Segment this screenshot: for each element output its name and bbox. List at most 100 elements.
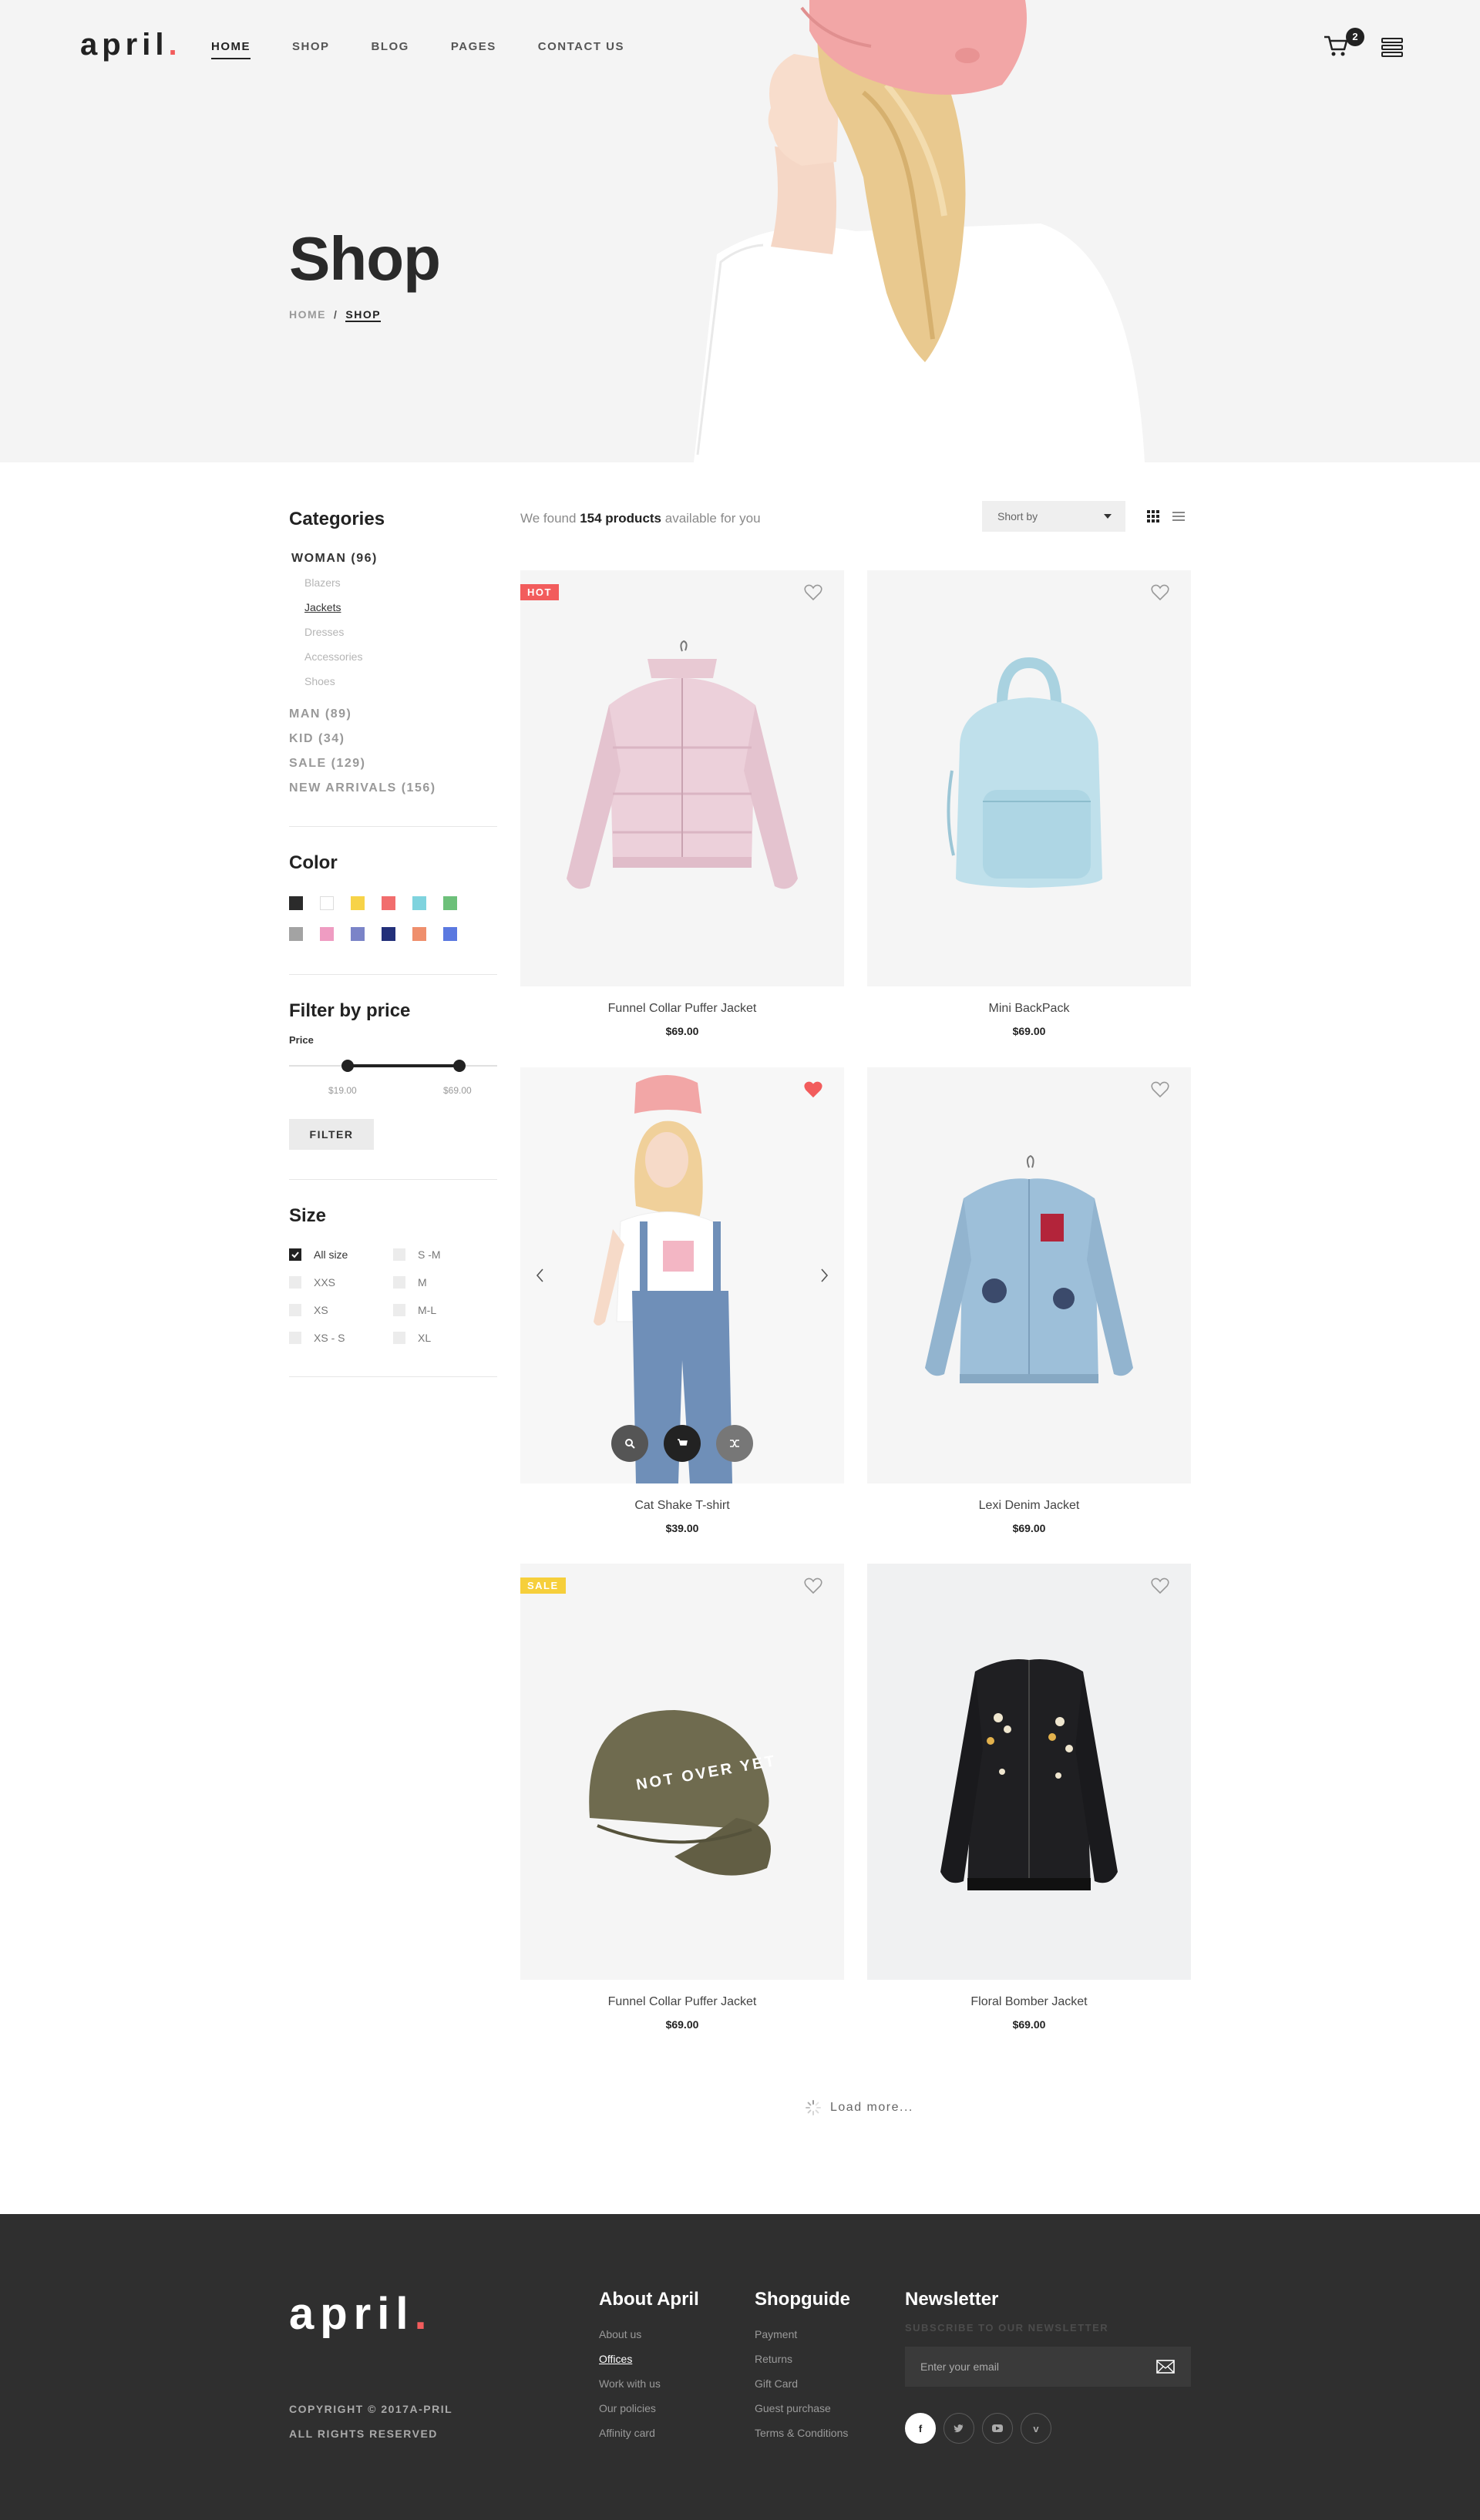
product-card[interactable]: HOT Funnel Collar Puffer Jacket $69.00 (520, 570, 844, 1037)
size-option-m[interactable]: M (393, 1276, 427, 1289)
product-image-olive-cap[interactable]: NOT OVER YET SALE (520, 1564, 844, 1980)
nav-home[interactable]: HOME (211, 40, 251, 59)
vimeo-icon[interactable]: v (1021, 2413, 1051, 2444)
nav-shop[interactable]: SHOP (292, 40, 330, 59)
product-image-denim-jacket[interactable] (867, 1067, 1191, 1483)
youtube-icon[interactable] (982, 2413, 1013, 2444)
chevron-left-icon[interactable] (533, 1266, 548, 1285)
product-image-cat-shake-tshirt[interactable] (520, 1067, 844, 1483)
product-card[interactable]: Lexi Denim Jacket $69.00 (867, 1067, 1191, 1534)
color-swatch[interactable] (443, 896, 457, 910)
cart-icon[interactable] (1323, 32, 1349, 59)
nav-contact[interactable]: CONTACT US (538, 40, 624, 59)
filter-button[interactable]: FILTER (289, 1119, 374, 1150)
checkbox[interactable] (289, 1276, 301, 1289)
quick-view-button[interactable] (611, 1425, 648, 1462)
product-name[interactable]: Floral Bomber Jacket (867, 1995, 1191, 2009)
checkbox-checked[interactable] (289, 1248, 301, 1261)
size-option-xxs[interactable]: XXS (289, 1276, 335, 1289)
footer-link-gift-card[interactable]: Gift Card (755, 2377, 798, 2390)
price-max-handle[interactable] (453, 1060, 466, 1072)
heart-icon[interactable] (1151, 1081, 1169, 1098)
heart-icon[interactable] (804, 1081, 822, 1098)
category-man[interactable]: MAN (89) (289, 707, 352, 721)
category-sale[interactable]: SALE (129) (289, 757, 365, 771)
chevron-right-icon[interactable] (816, 1266, 832, 1285)
footer-logo[interactable]: april. (289, 2288, 433, 2340)
footer-link-offices[interactable]: Offices (599, 2353, 632, 2365)
footer-link-payment[interactable]: Payment (755, 2328, 797, 2340)
checkbox[interactable] (393, 1332, 405, 1344)
size-option-m-l[interactable]: M-L (393, 1304, 436, 1316)
footer-link-work-with-us[interactable]: Work with us (599, 2377, 661, 2390)
newsletter-email-input[interactable] (905, 2347, 1191, 2387)
product-card[interactable]: Floral Bomber Jacket $69.00 (867, 1564, 1191, 2031)
breadcrumb-home[interactable]: HOME (289, 308, 326, 321)
size-option-xl[interactable]: XL (393, 1332, 431, 1344)
color-swatch[interactable] (382, 927, 395, 941)
product-image-bomber-jacket[interactable] (867, 1564, 1191, 1980)
footer-link-affinity-card[interactable]: Affinity card (599, 2427, 655, 2439)
product-name[interactable]: Mini BackPack (867, 1002, 1191, 1016)
product-card[interactable]: Cat Shake T-shirt $39.00 (520, 1067, 844, 1534)
color-swatch[interactable] (412, 896, 426, 910)
product-name[interactable]: Lexi Denim Jacket (867, 1499, 1191, 1513)
menu-icon[interactable] (1381, 37, 1403, 57)
color-swatch[interactable] (351, 927, 365, 941)
footer-link-about-us[interactable]: About us (599, 2328, 641, 2340)
checkbox[interactable] (393, 1304, 405, 1316)
footer-link-policies[interactable]: Our policies (599, 2402, 656, 2414)
footer-link-terms[interactable]: Terms & Conditions (755, 2427, 848, 2439)
color-swatch[interactable] (412, 927, 426, 941)
footer-link-guest-purchase[interactable]: Guest purchase (755, 2402, 831, 2414)
grid-view-icon[interactable] (1147, 510, 1159, 522)
checkbox[interactable] (393, 1248, 405, 1261)
product-name[interactable]: Funnel Collar Puffer Jacket (520, 1995, 844, 2009)
subcategory-dresses[interactable]: Dresses (304, 626, 344, 638)
heart-icon[interactable] (1151, 584, 1169, 601)
brand-logo[interactable]: april. (80, 28, 182, 62)
nav-pages[interactable]: PAGES (451, 40, 496, 59)
product-name[interactable]: Cat Shake T-shirt (520, 1499, 844, 1513)
subcategory-blazers[interactable]: Blazers (304, 576, 341, 589)
color-swatch[interactable] (351, 896, 365, 910)
load-more-button[interactable]: Load more... (806, 2100, 913, 2115)
color-swatch[interactable] (382, 896, 395, 910)
footer-link-returns[interactable]: Returns (755, 2353, 792, 2365)
twitter-icon[interactable] (944, 2413, 974, 2444)
heart-icon[interactable] (1151, 1578, 1169, 1594)
size-option-xs[interactable]: XS (289, 1304, 328, 1316)
checkbox[interactable] (393, 1276, 405, 1289)
heart-icon[interactable] (804, 1578, 822, 1594)
heart-icon[interactable] (804, 584, 822, 601)
nav-blog[interactable]: BLOG (372, 40, 409, 59)
checkbox[interactable] (289, 1304, 301, 1316)
product-name[interactable]: Funnel Collar Puffer Jacket (520, 1002, 844, 1016)
facebook-icon[interactable]: f (905, 2413, 936, 2444)
size-option-xs-s[interactable]: XS - S (289, 1332, 345, 1344)
list-view-icon[interactable] (1172, 510, 1185, 522)
price-min-handle[interactable] (341, 1060, 354, 1072)
color-swatch[interactable] (289, 896, 303, 910)
color-swatch[interactable] (443, 927, 457, 941)
checkbox[interactable] (289, 1332, 301, 1344)
category-new-arrivals[interactable]: NEW ARRIVALS (156) (289, 781, 436, 795)
subcategory-shoes[interactable]: Shoes (304, 675, 335, 687)
size-option-all[interactable]: All size (289, 1248, 348, 1261)
subcategory-jackets[interactable]: Jackets (304, 601, 341, 613)
add-to-cart-button[interactable] (664, 1425, 701, 1462)
color-swatch[interactable] (289, 927, 303, 941)
category-kid[interactable]: KID (34) (289, 732, 345, 746)
color-swatch[interactable] (320, 927, 334, 941)
product-image-backpack[interactable] (867, 570, 1191, 986)
color-swatch[interactable] (320, 896, 334, 910)
product-card[interactable]: NOT OVER YET SALE Funnel Collar Puffer J… (520, 1564, 844, 2031)
sort-dropdown[interactable]: Short by (982, 501, 1125, 532)
envelope-icon[interactable] (1156, 2359, 1175, 2374)
size-option-s-m[interactable]: S -M (393, 1248, 441, 1261)
subcategory-accessories[interactable]: Accessories (304, 650, 362, 663)
product-card[interactable]: Mini BackPack $69.00 (867, 570, 1191, 1037)
compare-button[interactable] (716, 1425, 753, 1462)
product-image-puffer-jacket[interactable]: HOT (520, 570, 844, 986)
category-woman[interactable]: WOMAN (96) (291, 552, 378, 566)
